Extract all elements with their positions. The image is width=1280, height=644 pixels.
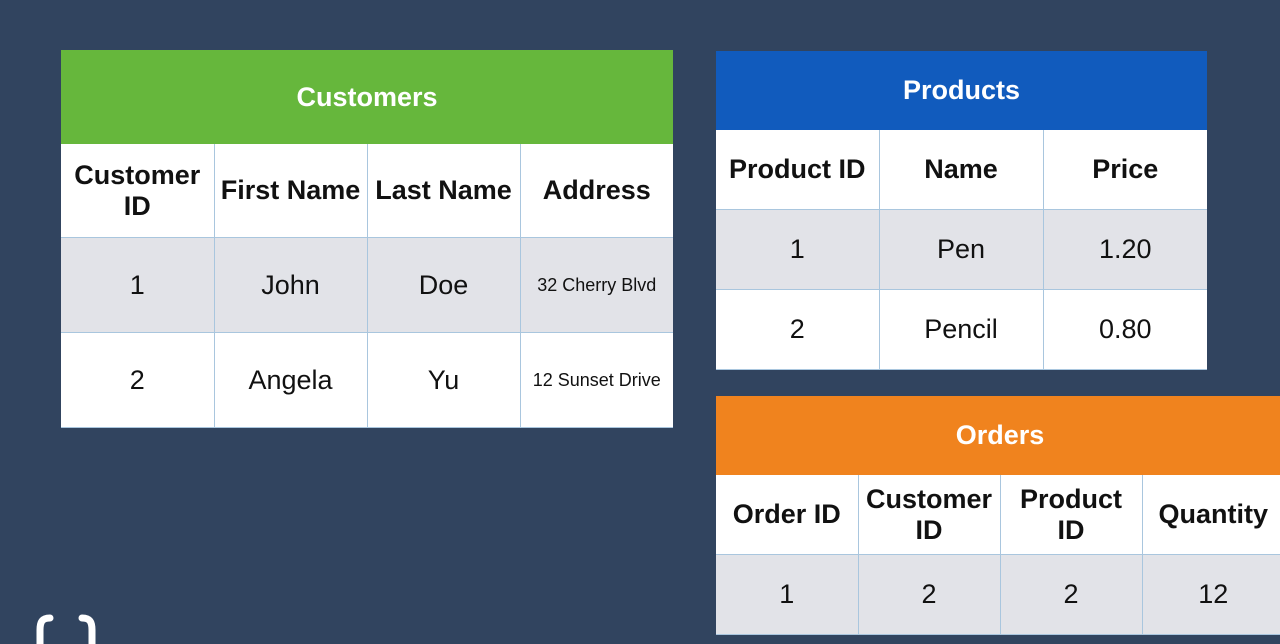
customers-table-title: Customers: [61, 50, 674, 144]
orders-table-title: Orders: [716, 396, 1280, 475]
table-row: 1 John Doe 32 Cherry Blvd: [61, 237, 674, 333]
orders-table: Orders Order ID Customer ID Product ID Q…: [716, 396, 1280, 635]
table-row: 1 2 2 12: [716, 554, 1280, 635]
table-row: 1 Pen 1.20: [716, 209, 1208, 290]
customers-table: Customers Customer ID First Name Last Na…: [61, 50, 674, 428]
table-cell: Doe: [366, 237, 521, 333]
table-cell: John: [213, 237, 368, 333]
table-cell: 1.20: [1042, 209, 1208, 290]
column-header-quantity: Quantity: [1141, 475, 1280, 555]
column-header-last-name: Last Name: [366, 144, 521, 238]
table-cell: 2: [857, 554, 1001, 635]
table-cell: 1: [716, 554, 859, 635]
column-header-customer-id: Customer ID: [857, 475, 1001, 555]
table-row: 2 Pencil 0.80: [716, 289, 1208, 370]
table-cell: 2: [716, 289, 880, 370]
column-header-product-id: Product ID: [716, 130, 880, 210]
table-row: 2 Angela Yu 12 Sunset Drive: [61, 332, 674, 428]
products-table-title: Products: [716, 51, 1208, 130]
curly-braces-icon: [36, 614, 96, 644]
table-cell: 12: [1141, 554, 1280, 635]
column-header-name: Name: [878, 130, 1044, 210]
column-header-first-name: First Name: [213, 144, 368, 238]
products-table: Products Product ID Name Price 1 Pen 1.2…: [716, 51, 1208, 370]
table-cell: 12 Sunset Drive: [519, 332, 674, 428]
column-header-address: Address: [519, 144, 674, 238]
column-header-price: Price: [1042, 130, 1208, 210]
table-cell: 1: [716, 209, 880, 290]
table-cell: 1: [61, 237, 215, 333]
column-header-customer-id: Customer ID: [61, 144, 215, 238]
column-header-order-id: Order ID: [716, 475, 859, 555]
column-header-product-id: Product ID: [999, 475, 1143, 555]
table-cell: 0.80: [1042, 289, 1208, 370]
table-cell: 2: [61, 332, 215, 428]
table-cell: 32 Cherry Blvd: [519, 237, 674, 333]
table-cell: Yu: [366, 332, 521, 428]
table-cell: Pencil: [878, 289, 1044, 370]
table-cell: Angela: [213, 332, 368, 428]
table-cell: Pen: [878, 209, 1044, 290]
table-cell: 2: [999, 554, 1143, 635]
